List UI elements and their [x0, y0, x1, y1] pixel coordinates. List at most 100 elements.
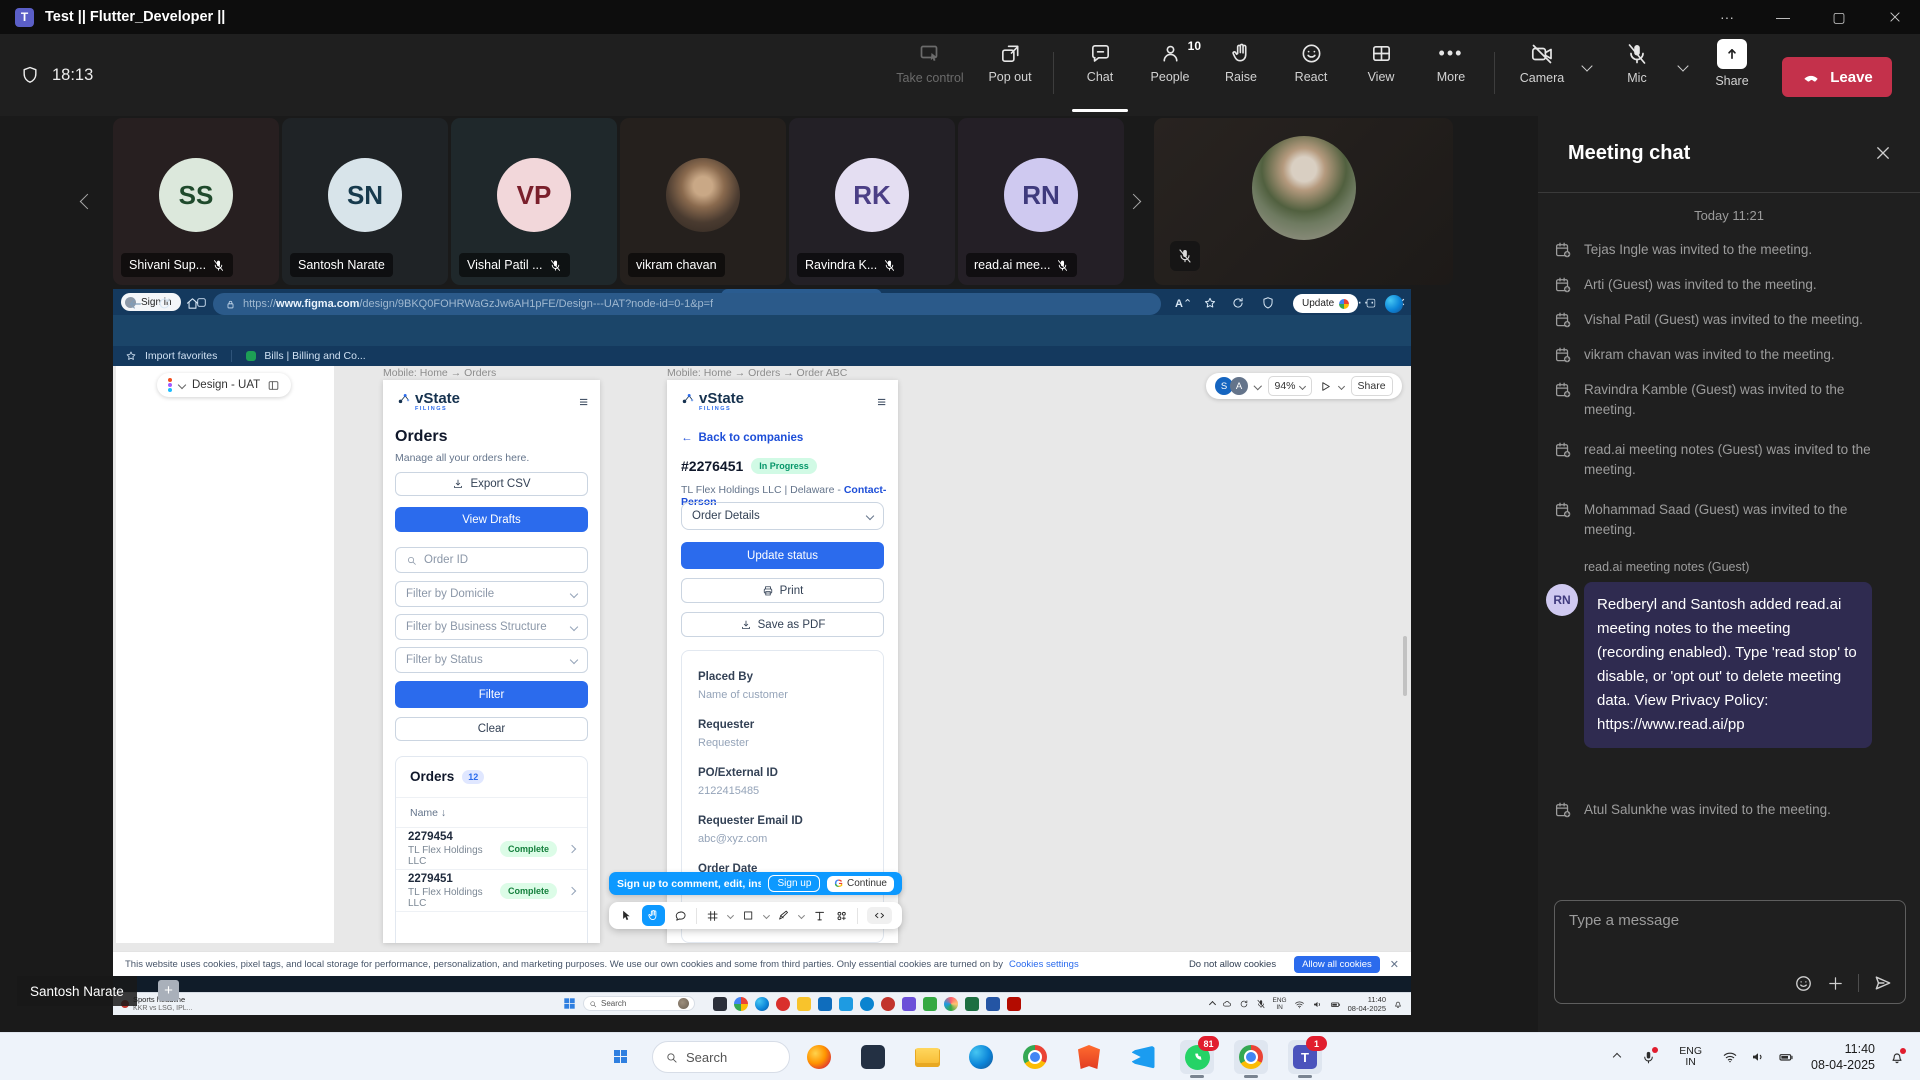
language-indicator[interactable]: ENG: [1273, 997, 1287, 1004]
deny-cookies-button[interactable]: Do not allow cookies: [1181, 956, 1284, 973]
start-button[interactable]: [564, 998, 574, 1008]
filter-domicile-select[interactable]: Filter by Domicile: [395, 581, 588, 607]
brave-icon[interactable]: [1072, 1040, 1106, 1074]
pen-tool-icon[interactable]: [777, 909, 789, 922]
file-explorer-icon[interactable]: [910, 1040, 944, 1074]
mic-in-use-icon[interactable]: [1641, 1033, 1658, 1080]
text-tool-icon[interactable]: [813, 909, 826, 923]
sync-icon[interactable]: [1231, 296, 1245, 310]
export-csv-button[interactable]: Export CSV: [395, 472, 588, 496]
chat-message-input[interactable]: Type a message: [1554, 900, 1906, 1004]
column-header-name[interactable]: Name ↓: [410, 807, 446, 819]
favorites-star-icon[interactable]: [1203, 296, 1217, 310]
address-bar[interactable]: https://www.figma.com/design/9BKQ0FOHRWa…: [213, 293, 1161, 315]
sync-icon[interactable]: [1239, 999, 1249, 1009]
taskbar-clock[interactable]: 11:4008-04-2025: [1811, 1033, 1875, 1080]
photos-icon[interactable]: [713, 997, 727, 1011]
take-control-button[interactable]: Take control: [897, 42, 963, 85]
bookmark-bills[interactable]: Bills | Billing and Co...: [264, 350, 365, 362]
volume-icon[interactable]: [1750, 1033, 1766, 1080]
filmstrip-next-chevron[interactable]: [1126, 194, 1142, 210]
wifi-icon[interactable]: [1722, 1033, 1738, 1080]
update-button[interactable]: Update: [1293, 294, 1358, 313]
dev-mode-toggle[interactable]: [867, 907, 892, 924]
edge-icon[interactable]: [964, 1040, 998, 1074]
participant-tile[interactable]: RK Ravindra K...: [789, 118, 955, 285]
attach-plus-icon[interactable]: [1827, 975, 1844, 992]
whatsapp-icon[interactable]: 81: [1180, 1040, 1214, 1074]
copilot-icon[interactable]: [734, 997, 748, 1011]
filter-status-select[interactable]: Filter by Status: [395, 647, 588, 673]
home-icon[interactable]: [185, 296, 200, 311]
save-pdf-button[interactable]: Save as PDF: [681, 612, 884, 637]
chat-close-icon[interactable]: [1874, 144, 1892, 162]
react-button[interactable]: React: [1278, 42, 1344, 84]
firefox-icon[interactable]: [802, 1040, 836, 1074]
notification-bell-icon[interactable]: [1889, 1033, 1906, 1080]
notification-bell-icon[interactable]: [1393, 999, 1403, 1009]
filter-business-select[interactable]: Filter by Business Structure: [395, 614, 588, 640]
window-maximize-button[interactable]: ▢: [1817, 0, 1861, 34]
tray-expand[interactable]: [1614, 1033, 1620, 1080]
participant-tile[interactable]: RN read.ai mee...: [958, 118, 1124, 285]
edge-icon[interactable]: [755, 997, 769, 1011]
opera-icon[interactable]: [776, 997, 790, 1011]
edge-profile-icon[interactable]: [1385, 295, 1403, 313]
hand-tool-icon[interactable]: [642, 905, 665, 926]
clear-button[interactable]: Clear: [395, 717, 588, 741]
emoji-icon[interactable]: [1794, 974, 1813, 993]
share-button[interactable]: Share: [1699, 39, 1765, 88]
language-indicator[interactable]: ENGIN: [1679, 1033, 1702, 1080]
frame-label[interactable]: Mobile: Home → Orders: [383, 367, 496, 379]
comment-tool-icon[interactable]: [674, 909, 687, 923]
more-button[interactable]: ••• More: [1418, 42, 1484, 84]
allow-cookies-button[interactable]: Allow all cookies: [1294, 956, 1380, 973]
google-continue-button[interactable]: G Continue: [827, 876, 894, 892]
view-drafts-button[interactable]: View Drafts: [395, 507, 588, 532]
todo-icon[interactable]: [923, 997, 937, 1011]
print-button[interactable]: Print: [681, 578, 884, 603]
cookie-settings-link[interactable]: Cookies settings: [1009, 959, 1079, 970]
figma-share-button[interactable]: Share: [1351, 376, 1393, 396]
move-tool-icon[interactable]: [619, 908, 633, 923]
participant-tile[interactable]: VP Vishal Patil ...: [451, 118, 617, 285]
browser-essentials-icon[interactable]: [1261, 296, 1275, 310]
layers-panel-icon[interactable]: [267, 379, 280, 392]
chevron-down-icon[interactable]: [798, 912, 805, 919]
filmstrip-prev-chevron[interactable]: [80, 194, 96, 210]
view-button[interactable]: View: [1348, 42, 1414, 84]
camera-button[interactable]: Camera: [1509, 42, 1575, 85]
teams-icon[interactable]: T 1: [1288, 1040, 1322, 1074]
chevron-down-icon[interactable]: [727, 912, 734, 919]
order-row[interactable]: 2279454TL Flex Holdings LLC Complete: [408, 829, 575, 869]
window-minimize-button[interactable]: —: [1761, 0, 1805, 34]
back-icon[interactable]: [127, 296, 143, 312]
present-play-icon[interactable]: [1319, 380, 1332, 393]
shared-clock[interactable]: 11:4008-04-2025: [1348, 995, 1386, 1013]
figma-file-chip[interactable]: Design - UAT: [157, 373, 291, 397]
participant-tile-large[interactable]: [1154, 118, 1453, 285]
people-button[interactable]: People 10: [1137, 42, 1203, 84]
zoom-control[interactable]: 94%: [1268, 376, 1312, 396]
tray-chevron-icon[interactable]: [1208, 1000, 1215, 1007]
excel-icon[interactable]: [965, 997, 979, 1011]
wifi-icon[interactable]: [1294, 999, 1305, 1010]
mic-button[interactable]: Mic: [1604, 42, 1670, 85]
filter-button[interactable]: Filter: [395, 681, 588, 708]
present-chevron[interactable]: [1337, 382, 1344, 389]
word-icon[interactable]: [986, 997, 1000, 1011]
signup-button[interactable]: Sign up: [768, 875, 820, 892]
window-close-button[interactable]: [1873, 0, 1917, 34]
menu-icon[interactable]: ≡: [877, 394, 886, 411]
update-status-button[interactable]: Update status: [681, 542, 884, 569]
participant-tile[interactable]: SS Shivani Sup...: [113, 118, 279, 285]
bookmark-import[interactable]: Import favorites: [145, 350, 217, 362]
widgets-tool-icon[interactable]: [835, 909, 848, 923]
store-icon[interactable]: [818, 997, 832, 1011]
outlook-icon[interactable]: [839, 997, 853, 1011]
battery-icon[interactable]: [1778, 1033, 1794, 1080]
designer-icon[interactable]: [944, 997, 958, 1011]
window-more-button[interactable]: ···: [1705, 0, 1749, 34]
battery-icon[interactable]: [1330, 999, 1341, 1010]
refresh-icon[interactable]: [157, 296, 172, 311]
